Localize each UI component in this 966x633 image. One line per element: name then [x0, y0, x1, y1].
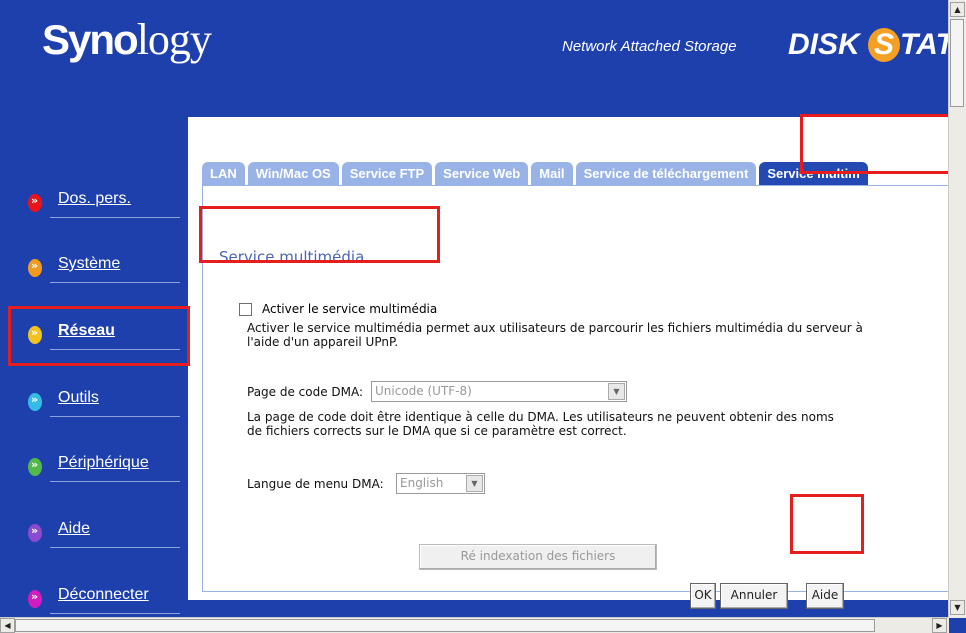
purple-orb-icon: [28, 524, 42, 542]
tab-mail[interactable]: Mail: [531, 162, 573, 185]
vertical-scroll-thumb[interactable]: [950, 19, 964, 107]
scroll-right-icon[interactable]: ▶: [932, 618, 947, 633]
chevron-down-icon: ▼: [608, 383, 625, 400]
menu-language-label: Langue de menu DMA:: [247, 477, 384, 491]
tab-win-mac-os[interactable]: Win/Mac OS: [247, 162, 339, 185]
tab-content: Service multimédia Activer le service mu…: [202, 185, 949, 609]
vertical-scrollbar[interactable]: ▲ ▼: [948, 0, 966, 618]
sidebar-item-deconnecter[interactable]: Déconnecter: [28, 584, 180, 614]
tab-service-web[interactable]: Service Web: [435, 162, 529, 185]
sidebar-item-peripherique[interactable]: Périphérique: [28, 452, 180, 482]
tab-lan[interactable]: LAN: [202, 162, 245, 185]
sidebar-item-outils[interactable]: Outils: [28, 387, 180, 417]
cancel-button[interactable]: Annuler: [720, 583, 788, 609]
tagline: Network Attached Storage: [562, 38, 737, 55]
green-orb-icon: [28, 458, 42, 476]
tab-service-telechargement[interactable]: Service de téléchargement: [575, 162, 757, 185]
ok-button[interactable]: OK: [690, 583, 716, 609]
sidebar-item-aide[interactable]: Aide: [28, 518, 180, 548]
tab-bar: LAN Win/Mac OS Service FTP Service Web M…: [202, 162, 871, 185]
diskstation-logo: DISK S TATI: [788, 28, 963, 62]
codepage-description: La page de code doit être identique à ce…: [247, 410, 834, 438]
tab-service-ftp[interactable]: Service FTP: [341, 162, 433, 185]
scroll-left-icon[interactable]: ◀: [0, 618, 15, 633]
scroll-up-icon[interactable]: ▲: [950, 2, 965, 17]
magenta-orb-icon: [28, 590, 42, 608]
horizontal-scroll-thumb[interactable]: [15, 619, 875, 632]
help-button[interactable]: Aide: [806, 583, 844, 609]
sidebar-item-dos-pers[interactable]: Dos. pers.: [28, 188, 180, 218]
codepage-select[interactable]: Unicode (UTF-8) ▼: [371, 381, 627, 402]
synology-logo: Synology: [42, 15, 212, 64]
menu-language-select[interactable]: English ▼: [396, 473, 485, 494]
horizontal-scrollbar[interactable]: ◀ ▶: [0, 617, 949, 633]
browser-frame: Synology Network Attached Storage DISK S…: [0, 0, 966, 633]
scroll-down-icon[interactable]: ▼: [950, 600, 965, 615]
tab-service-multimedia[interactable]: Service multim: [759, 162, 868, 185]
sidebar-item-reseau[interactable]: Réseau: [28, 320, 180, 350]
enable-multimedia-row[interactable]: Activer le service multimédia: [239, 302, 437, 316]
content-panel: LAN Win/Mac OS Service FTP Service Web M…: [188, 117, 949, 609]
cyan-orb-icon: [28, 393, 42, 411]
yellow-orb-icon: [28, 326, 42, 344]
sidebar-item-systeme[interactable]: Système: [28, 253, 180, 283]
enable-multimedia-checkbox[interactable]: [239, 303, 252, 316]
enable-description: Activer le service multimédia permet aux…: [247, 321, 863, 349]
chevron-down-icon: ▼: [466, 475, 483, 492]
red-orb-icon: [28, 194, 42, 212]
section-title: Service multimédia: [219, 248, 365, 266]
orange-orb-icon: [28, 259, 42, 277]
enable-multimedia-label: Activer le service multimédia: [262, 302, 438, 316]
codepage-label: Page de code DMA:: [247, 385, 364, 399]
reindex-button[interactable]: Ré indexation des fichiers: [419, 544, 657, 570]
